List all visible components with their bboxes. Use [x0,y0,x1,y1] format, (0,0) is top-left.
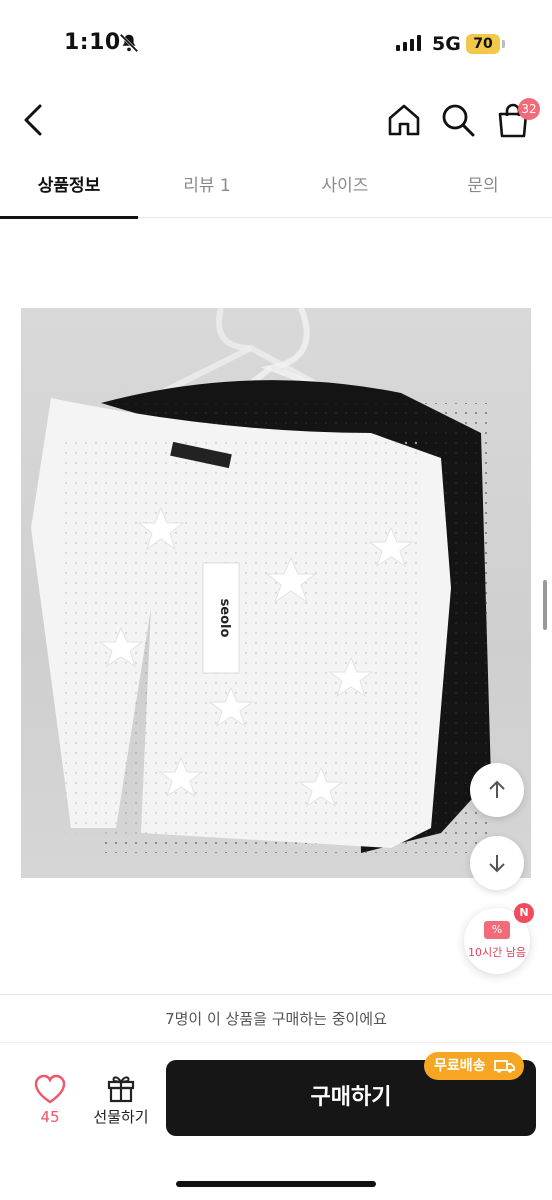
home-icon[interactable] [386,102,422,138]
arrow-up-icon [489,780,505,798]
gift-label: 선물하기 [93,1108,149,1126]
scroll-to-top-button[interactable] [470,763,524,817]
back-arrow-icon[interactable] [18,100,50,140]
coupon-ticket-icon: % [484,921,510,939]
coupon-new-badge: N [514,903,534,923]
free-shipping-label: 무료배송 [434,1058,486,1074]
cart-count-badge: 32 [518,98,540,120]
product-image: seolo [21,308,531,878]
scrollbar[interactable] [543,580,547,630]
tab-inquiry[interactable]: 문의 [414,160,552,218]
like-count: 45 [40,1108,60,1126]
header [0,90,552,150]
buyers-notice: 7명이 이 상품을 구매하는 중이에요 [165,1010,387,1028]
search-icon[interactable] [440,102,476,138]
coupon-timer-label: 10시간 남음 [468,946,526,959]
tab-product-info[interactable]: 상품정보 [0,160,138,219]
bottom-divider [0,994,552,995]
tab-size[interactable]: 사이즈 [276,160,414,218]
home-indicator [176,1181,376,1187]
bell-off-icon [119,33,139,53]
signal-icon [396,35,421,51]
status-bar: 1:10 5G 70 [0,0,552,90]
free-shipping-badge: 무료배송 [424,1052,524,1080]
gift-icon [107,1076,135,1103]
bottom-divider-2 [0,1042,552,1043]
scroll-to-bottom-button[interactable] [470,836,524,890]
status-time: 1:10 [64,30,121,55]
truck-icon [494,1060,515,1073]
tab-bar: 상품정보 리뷰 1 사이즈 문의 [0,160,552,219]
tab-reviews[interactable]: 리뷰 1 [138,160,276,218]
heart-icon [34,1074,66,1104]
tag-brand-text: seolo [217,599,232,638]
arrow-down-icon [489,855,505,873]
battery-level: 70 [466,34,500,54]
product-photo: seolo [31,308,491,853]
battery-nub [502,40,505,48]
network-type: 5G [432,33,461,55]
